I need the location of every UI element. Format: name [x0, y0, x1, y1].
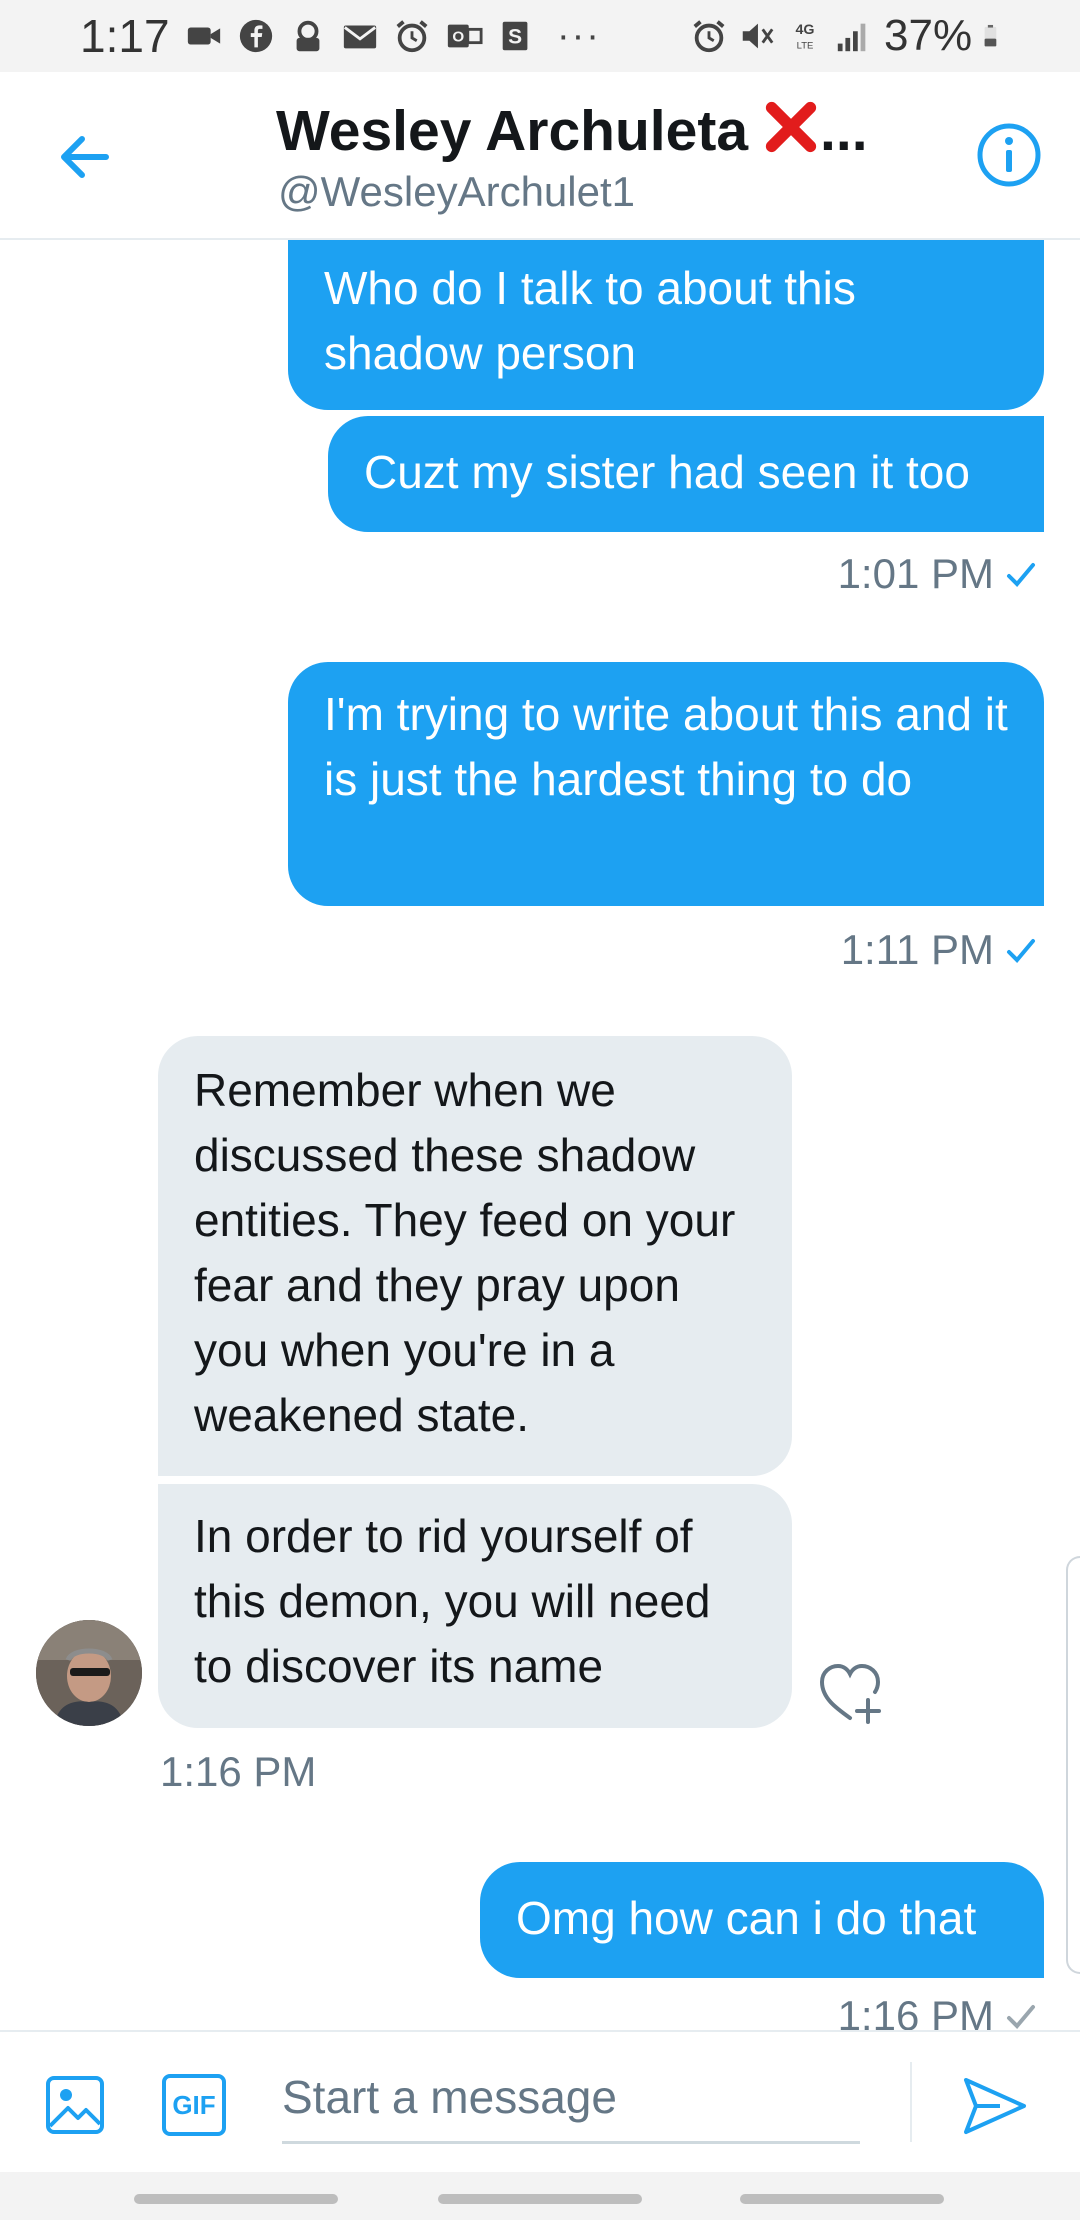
alarm-icon	[693, 20, 725, 53]
contact-handle: @WesleyArchulet1	[278, 168, 635, 215]
message-input[interactable]	[282, 2052, 860, 2144]
message-timestamp: 1:16 PM	[160, 1748, 317, 1795]
battery-percent: 37%	[884, 11, 973, 60]
outlook-icon: O	[447, 24, 483, 48]
avatar-image	[36, 1620, 142, 1726]
system-icons: 4G LTE 37%	[690, 11, 1008, 60]
message-list[interactable]: Who do I talk to about this shadow perso…	[0, 240, 1080, 2030]
message-text: Cuzt my sister had seen it too	[364, 446, 970, 498]
heart-plus-icon[interactable]	[816, 1660, 888, 1726]
mute-icon	[742, 23, 774, 49]
gif-button[interactable]: GIF	[162, 2074, 226, 2136]
nav-home-button[interactable]	[438, 2194, 642, 2204]
image-icon[interactable]	[44, 2074, 106, 2136]
contact-name-text: Wesley Archuleta	[276, 99, 749, 163]
incoming-message[interactable]: Remember when we discussed these shadow …	[158, 1036, 792, 1476]
outgoing-message[interactable]: Who do I talk to about this shadow perso…	[288, 240, 1044, 410]
back-arrow-icon[interactable]	[50, 122, 120, 192]
scrollbar[interactable]	[1066, 1556, 1080, 1974]
red-x-emoji-icon	[765, 101, 817, 153]
message-timestamp: 1:11 PM	[841, 926, 1038, 974]
4g-lte-icon: 4G LTE	[795, 22, 814, 51]
facebook-icon	[239, 19, 273, 53]
sent-check-icon	[1007, 563, 1035, 587]
status-time: 1:17	[80, 10, 170, 62]
message-text: In order to rid yourself of this demon, …	[194, 1510, 711, 1692]
outgoing-message[interactable]: Omg how can i do that	[480, 1862, 1044, 1978]
info-icon[interactable]	[974, 120, 1044, 190]
svg-text:4G: 4G	[795, 22, 814, 38]
status-bar: 1:17 O S ··· 4G LTE 37%	[0, 0, 1080, 72]
incoming-message[interactable]: In order to rid yourself of this demon, …	[158, 1484, 792, 1728]
send-icon[interactable]	[960, 2074, 1030, 2138]
dm-conversation-screen: 1:17 O S ··· 4G LTE 37% Wesley Archuleta.…	[0, 0, 1080, 2220]
message-composer: GIF	[0, 2030, 1080, 2172]
message-text: Omg how can i do that	[516, 1892, 977, 1944]
conversation-header: Wesley Archuleta... @WesleyArchulet1	[0, 72, 1080, 240]
sent-check-icon	[1007, 2005, 1035, 2029]
signal-icon	[837, 23, 866, 52]
battery-icon	[984, 24, 997, 47]
outgoing-message[interactable]: Cuzt my sister had seen it too	[328, 416, 1044, 532]
system-navigation-bar	[0, 2172, 1080, 2220]
svg-text:O: O	[452, 29, 464, 46]
mail-icon	[343, 25, 377, 49]
outgoing-message[interactable]: I'm trying to write about this and it is…	[288, 662, 1044, 906]
name-truncation: ...	[820, 99, 868, 163]
nav-recents-button[interactable]	[134, 2194, 338, 2204]
lock-icon	[296, 20, 320, 52]
svg-text:S: S	[508, 26, 522, 49]
svg-text:LTE: LTE	[797, 40, 814, 51]
video-icon	[187, 27, 221, 45]
alarm-icon	[396, 20, 428, 53]
message-timestamp: 1:01 PM	[838, 550, 1038, 598]
overflow-indicator: ···	[557, 14, 601, 57]
composer-divider	[910, 2062, 912, 2142]
s-app-icon: S	[502, 21, 528, 51]
nav-back-button[interactable]	[740, 2194, 944, 2204]
message-text: I'm trying to write about this and it is…	[324, 688, 1008, 805]
sent-check-icon	[1007, 939, 1035, 963]
notification-icons: O S ···	[185, 14, 601, 57]
contact-name[interactable]: Wesley Archuleta...	[276, 98, 868, 164]
message-text: Who do I talk to about this shadow perso…	[324, 262, 856, 379]
message-text: Remember when we discussed these shadow …	[194, 1064, 736, 1441]
message-timestamp: 1:16 PM	[838, 1992, 1038, 2030]
contact-avatar[interactable]	[36, 1620, 142, 1726]
